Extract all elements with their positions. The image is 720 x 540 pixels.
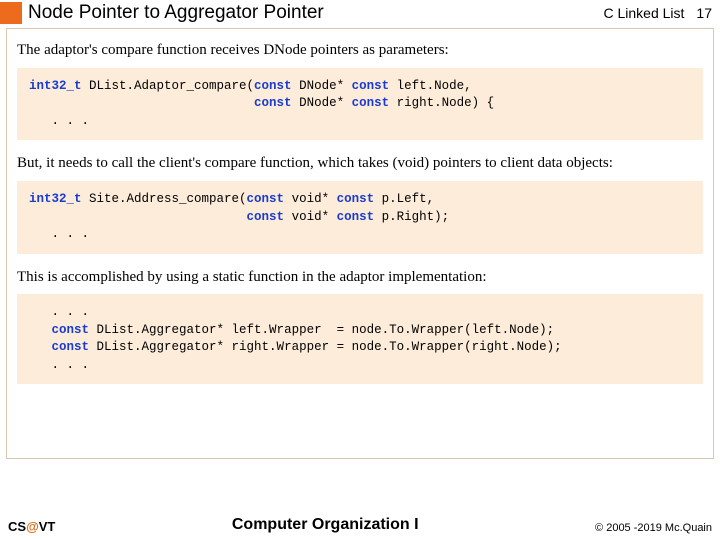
code-text: Site.Address_compare( [82,192,247,206]
keyword-const: const [337,192,375,206]
footer-at: @ [26,519,39,534]
paragraph-2: But, it needs to call the client's compa… [17,154,703,173]
keyword-const: const [352,96,390,110]
code-text: DList.Aggregator* right.Wrapper = node.T… [89,340,562,354]
code-text: DNode* [292,96,352,110]
keyword-const: const [52,340,90,354]
code-ellipsis: . . . [29,358,89,372]
code-block-3: . . . const DList.Aggregator* left.Wrapp… [17,294,703,384]
code-block-2: int32_t Site.Address_compare(const void*… [17,181,703,254]
slide-footer: CS@VT Computer Organization I © 2005 -20… [0,516,720,534]
footer-vt: VT [39,519,56,534]
code-pad [29,340,52,354]
code-block-1: int32_t DList.Adaptor_compare(const DNod… [17,68,703,141]
paragraph-3: This is accomplished by using a static f… [17,268,703,287]
code-text: p.Left, [374,192,434,206]
footer-center: Computer Organization I [55,516,595,534]
slide-subject: C Linked List [603,5,684,21]
keyword-const: const [247,210,285,224]
code-text: DNode* [292,79,352,93]
paragraph-1: The adaptor's compare function receives … [17,41,703,60]
content-frame: The adaptor's compare function receives … [6,28,714,459]
code-pad [29,323,52,337]
keyword-const: const [254,96,292,110]
keyword-const: const [52,323,90,337]
code-ellipsis: . . . [29,114,89,128]
code-text: p.Right); [374,210,449,224]
code-text: right.Node) { [389,96,494,110]
slide-number: 17 [696,5,712,21]
keyword-int32: int32_t [29,192,82,206]
keyword-int32: int32_t [29,79,82,93]
slide-header: Node Pointer to Aggregator Pointer C Lin… [0,0,720,28]
code-text: DList.Aggregator* left.Wrapper = node.To… [89,323,554,337]
code-text: void* [284,210,337,224]
keyword-const: const [352,79,390,93]
code-pad [29,210,247,224]
code-text: DList.Adaptor_compare( [82,79,255,93]
keyword-const: const [337,210,375,224]
accent-square [0,2,22,24]
code-text: void* [284,192,337,206]
keyword-const: const [247,192,285,206]
code-text: left.Node, [389,79,472,93]
keyword-const: const [254,79,292,93]
code-ellipsis: . . . [29,227,89,241]
footer-right: © 2005 -2019 Mc.Quain [595,522,712,534]
code-ellipsis: . . . [29,305,89,319]
slide-title: Node Pointer to Aggregator Pointer [28,2,603,24]
footer-left: CS@VT [8,519,55,534]
footer-cs: CS [8,519,26,534]
code-pad [29,96,254,110]
